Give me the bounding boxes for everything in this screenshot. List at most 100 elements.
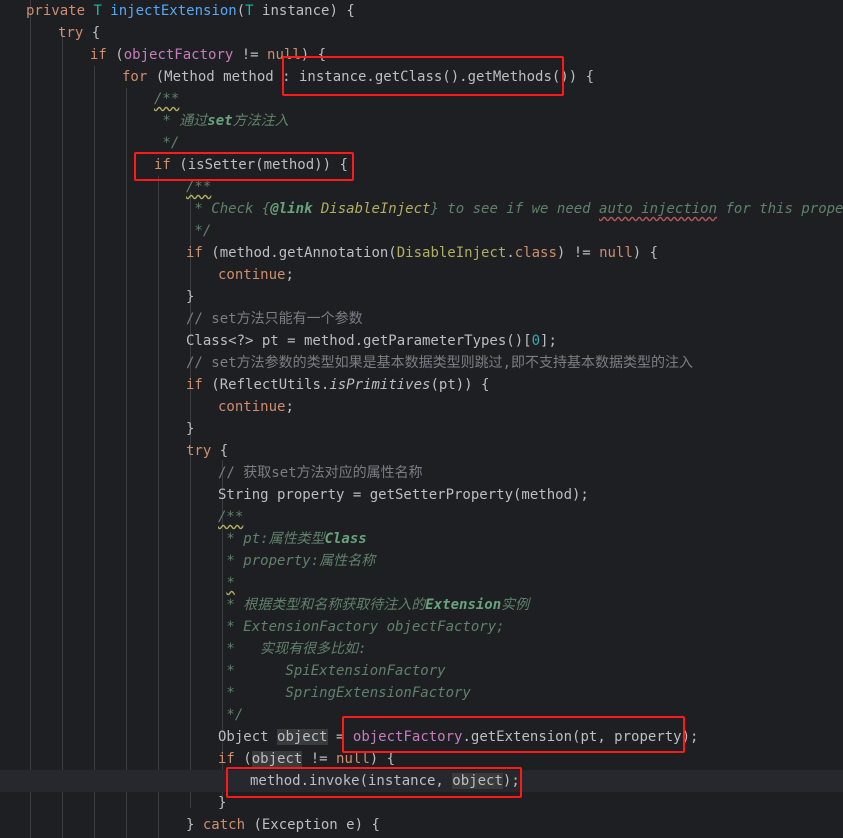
code-line[interactable]: if (objectFactory != null) { (0, 44, 843, 66)
code-token: objec (452, 773, 495, 789)
code-token: * (226, 575, 235, 591)
code-token: DisableInject (320, 201, 431, 217)
code-token: ( (236, 3, 246, 19)
code-token: object (251, 751, 303, 767)
code-token: } (186, 817, 203, 833)
code-token: String property = getSetterProperty(meth… (218, 487, 589, 503)
code-token: /** (186, 179, 212, 195)
code-line[interactable]: * ExtensionFactory objectFactory; (0, 616, 843, 638)
code-token: isPrimitives (329, 377, 431, 393)
code-token: ) { (300, 47, 327, 63)
code-token: ) != (556, 245, 600, 261)
code-line[interactable]: } (0, 792, 843, 814)
code-token: isSetter(method)) { (187, 157, 348, 173)
code-line[interactable]: for (Method method : instance.getClass()… (0, 66, 843, 88)
code-token: null (599, 245, 633, 261)
code-line[interactable]: if (object != null) { (0, 748, 843, 770)
code-token: T (245, 3, 263, 19)
code-line[interactable]: continue; (0, 396, 843, 418)
code-token: ( (115, 47, 124, 63)
code-line[interactable]: * 通过set方法注入 (0, 110, 843, 132)
code-line[interactable]: if (ReflectUtils.isPrimitives(pt)) { (0, 374, 843, 396)
code-token: auto injection (599, 201, 718, 217)
code-line[interactable]: */ (0, 220, 843, 242)
code-token: for (122, 69, 156, 85)
code-token: try (58, 25, 92, 41)
code-line[interactable]: Class<?> pt = method.getParameterTypes()… (0, 330, 843, 352)
code-line[interactable]: continue; (0, 264, 843, 286)
code-line[interactable]: } (0, 286, 843, 308)
code-line[interactable]: * property:属性名称 (0, 550, 843, 572)
code-token: if (90, 47, 116, 63)
code-line[interactable]: * (0, 572, 843, 594)
code-line[interactable]: * 实现有很多比如: (0, 638, 843, 660)
code-token: continue (218, 399, 286, 415)
code-token: { (91, 25, 101, 41)
code-line[interactable]: if (isSetter(method)) { (0, 154, 843, 176)
code-token: * 根据类型和名称获取待注入的 (218, 597, 426, 613)
code-editor[interactable]: private T injectExtension(T instance) {t… (0, 0, 843, 838)
code-line[interactable]: try { (0, 440, 843, 462)
code-token: ; (285, 267, 294, 283)
code-token: */ (154, 135, 180, 151)
code-token: { (219, 443, 229, 459)
code-line[interactable]: // set方法参数的类型如果是基本数据类型则跳过,即不支持基本数据类型的注入 (0, 352, 843, 374)
code-line[interactable]: private T injectExtension(T instance) { (0, 0, 843, 22)
code-token: /** (154, 91, 180, 107)
code-token: * Check { (186, 201, 271, 217)
code-line[interactable]: Object object = objectFactory.getExtensi… (0, 726, 843, 748)
code-token: try (186, 443, 220, 459)
code-token: class (514, 245, 557, 261)
code-token: = (327, 729, 353, 745)
code-token: != (302, 751, 337, 767)
code-token: Class<?> pt = method.getParameterTypes()… (186, 333, 532, 349)
code-token: if (186, 377, 212, 393)
code-line[interactable]: * SpiExtensionFactory (0, 660, 843, 682)
code-token: T (93, 3, 111, 19)
code-line[interactable]: * pt:属性类型Class (0, 528, 843, 550)
code-token: method.invoke(instance, (250, 773, 453, 789)
code-line[interactable]: } catch (Exception e) { (0, 814, 843, 836)
code-token: * 通过 (154, 113, 208, 129)
code-token: if (186, 245, 212, 261)
code-token: injectExtension (110, 3, 237, 19)
code-token: } (186, 289, 195, 305)
code-token: ( (243, 751, 252, 767)
code-token: object (277, 729, 328, 745)
code-token: (Method method : instance.getClass().get… (155, 69, 595, 85)
code-token: instance) { (262, 3, 355, 19)
code-line[interactable]: try { (0, 22, 843, 44)
code-token: Extension (425, 597, 502, 613)
code-token: ]; (540, 333, 557, 349)
code-line[interactable]: String property = getSetterProperty(meth… (0, 484, 843, 506)
code-line[interactable]: } (0, 418, 843, 440)
code-token: DisableInject (396, 245, 507, 261)
code-token: ) { (632, 245, 659, 261)
code-line[interactable]: // 获取set方法对应的属性名称 (0, 462, 843, 484)
code-token: * pt:属性类型 (218, 531, 325, 547)
code-line[interactable]: */ (0, 132, 843, 154)
code-line[interactable]: * 根据类型和名称获取待注入的Extension实例 (0, 594, 843, 616)
code-token: } (218, 795, 227, 811)
code-token: != (233, 47, 268, 63)
code-line[interactable]: /** (0, 176, 843, 198)
code-token: /** (218, 509, 244, 525)
code-line[interactable]: */ (0, 704, 843, 726)
code-token: (Exception e) { (253, 817, 380, 833)
code-token: * SpringExtensionFactory (218, 685, 471, 701)
code-line[interactable]: * SpringExtensionFactory (0, 682, 843, 704)
code-token: ; (285, 399, 294, 415)
code-token: continue (218, 267, 286, 283)
code-token: // set方法参数的类型如果是基本数据类型则跳过,即不支持基本数据类型的注入 (186, 355, 693, 371)
code-line[interactable]: // set方法只能有一个参数 (0, 308, 843, 330)
code-line[interactable]: method.invoke(instance, object); (0, 770, 843, 792)
code-token: */ (218, 707, 244, 723)
code-token: */ (186, 223, 212, 239)
code-token: objectFactory (352, 729, 463, 745)
code-line[interactable]: /** (0, 88, 843, 110)
code-token: * ExtensionFactory objectFactory; (218, 619, 505, 635)
code-token: (pt)) { (430, 377, 490, 393)
code-line[interactable]: if (method.getAnnotation(DisableInject.c… (0, 242, 843, 264)
code-line[interactable]: * Check {@link DisableInject} to see if … (0, 198, 843, 220)
code-line[interactable]: /** (0, 506, 843, 528)
